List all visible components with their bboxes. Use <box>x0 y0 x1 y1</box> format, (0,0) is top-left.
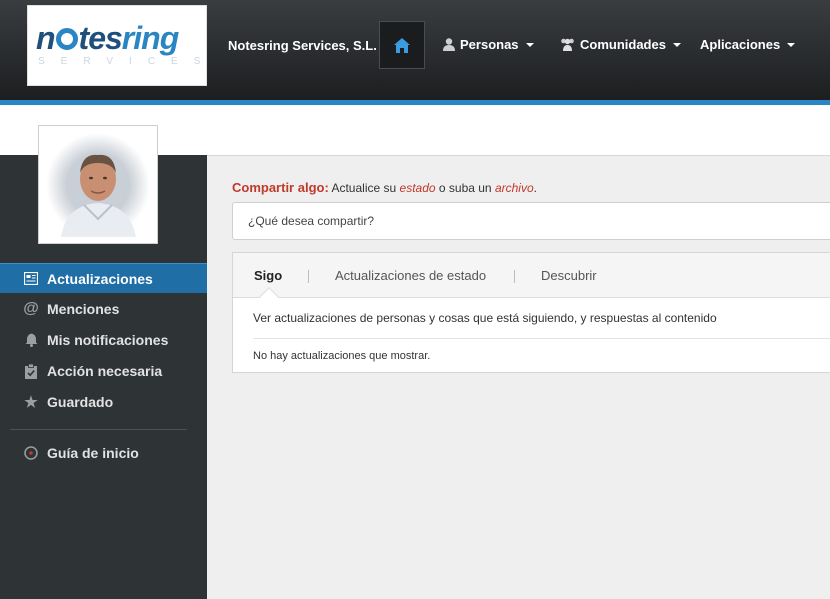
top-bar-accent-line <box>0 100 830 105</box>
feed-tabs: Sigo Actualizaciones de estado Descubrir <box>233 253 830 307</box>
at-icon: @ <box>23 300 39 317</box>
nav-personas-label: Personas <box>460 37 519 52</box>
company-logo[interactable]: n tesring SERVICES <box>27 5 207 86</box>
community-icon <box>561 38 574 51</box>
sidebar-item-accion-necesaria[interactable]: Acción necesaria <box>0 356 207 386</box>
avatar[interactable] <box>38 125 158 244</box>
sidebar-item-label: Actualizaciones <box>47 270 153 287</box>
share-prompt: Compartir algo: Actualice su estado o su… <box>232 180 537 195</box>
feed-divider <box>253 338 830 339</box>
share-prompt-text: . <box>533 181 537 195</box>
bell-icon <box>23 332 39 348</box>
nav-personas[interactable]: Personas <box>443 37 534 52</box>
star-icon: ★ <box>24 394 38 411</box>
share-prompt-lead: Compartir algo: <box>232 180 329 195</box>
tab-actualizaciones-de-estado[interactable]: Actualizaciones de estado <box>335 268 486 283</box>
share-input[interactable] <box>232 202 830 240</box>
home-icon <box>394 37 410 53</box>
nav-aplicaciones-label: Aplicaciones <box>700 37 781 52</box>
sidebar-item-actualizaciones[interactable]: Actualizaciones <box>0 263 207 293</box>
sidebar-divider <box>10 429 187 430</box>
person-icon <box>443 38 455 51</box>
sidebar-item-guia-de-inicio[interactable]: Guía de inicio <box>0 438 207 468</box>
updates-icon <box>23 271 39 287</box>
share-prompt-text: o suba un <box>435 181 495 195</box>
logo-o-icon <box>55 28 78 50</box>
active-tab-indicator <box>259 287 279 307</box>
feed-empty-message: No hay actualizaciones que mostrar. <box>253 350 431 362</box>
profile-photo-icon <box>46 132 150 237</box>
clipboard-check-icon <box>23 363 39 379</box>
home-button[interactable] <box>379 21 425 69</box>
sidebar-item-label: Mis notificaciones <box>47 332 169 348</box>
sidebar-item-label: Menciones <box>47 301 120 317</box>
logo-wordmark: n tesring <box>36 20 179 56</box>
sidebar-item-label: Guardado <box>47 394 114 410</box>
chevron-down-icon <box>787 42 796 47</box>
feed-description: Ver actualizaciones de personas y cosas … <box>253 311 717 325</box>
file-link[interactable]: archivo <box>495 181 534 195</box>
sidebar-item-guardado[interactable]: ★ Guardado <box>0 387 207 417</box>
company-name-link[interactable]: Notesring Services, S.L. <box>228 38 377 53</box>
chevron-down-icon <box>672 42 681 47</box>
sidebar-item-label: Guía de inicio <box>47 445 139 461</box>
compass-icon <box>23 445 39 461</box>
sidebar-item-menciones[interactable]: @ Menciones <box>0 294 207 324</box>
tab-descubrir[interactable]: Descubrir <box>541 268 597 283</box>
tab-sigo[interactable]: Sigo <box>254 268 282 283</box>
tab-separator <box>308 270 309 283</box>
nav-aplicaciones[interactable]: Aplicaciones <box>700 37 796 52</box>
share-prompt-text: Actualice su <box>328 181 400 195</box>
status-link[interactable]: estado <box>400 181 436 195</box>
nav-comunidades[interactable]: Comunidades <box>560 37 681 52</box>
chevron-down-icon <box>525 42 534 47</box>
sidebar-item-notificaciones[interactable]: Mis notificaciones <box>0 325 207 355</box>
logo-subtitle: SERVICES <box>38 56 217 67</box>
activity-feed-card: Sigo Actualizaciones de estado Descubrir… <box>232 252 830 373</box>
nav-comunidades-label: Comunidades <box>580 37 666 52</box>
sidebar-item-label: Acción necesaria <box>47 363 163 379</box>
tab-separator <box>514 270 515 283</box>
